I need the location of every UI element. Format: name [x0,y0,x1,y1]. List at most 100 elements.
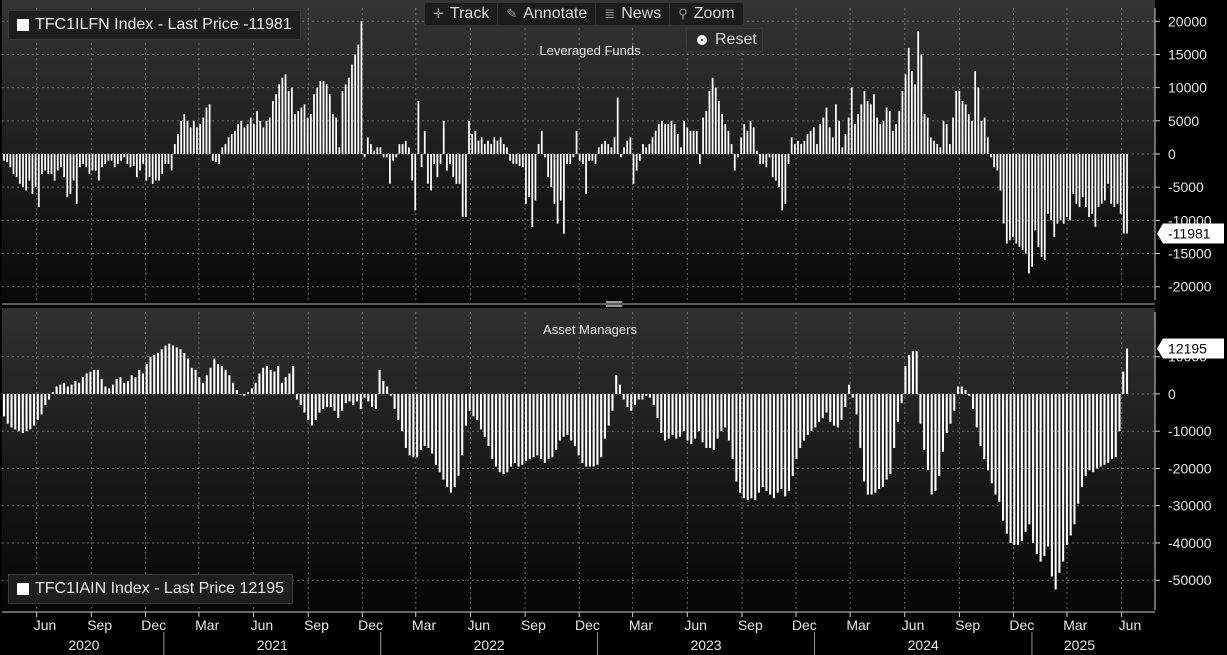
lev-bar [683,120,685,154]
am-bar [389,393,392,396]
lev-bar [237,124,239,154]
reset-button[interactable]: Reset [686,28,763,52]
am-bar [1002,393,1005,521]
am-bar [314,393,317,421]
chart-canvas: Leveraged Funds Asset Managers 20000 1500… [2,0,1224,655]
bottom-legend[interactable]: TFC1IAIN Index - Last Price 12195 [8,574,293,604]
lev-bar [417,100,420,154]
lev-bar [389,154,391,184]
x-month-label: Sep [738,617,763,633]
lev-bar [294,114,296,154]
am-bar [337,393,340,419]
am-bar [908,354,911,394]
lev-bar [1062,154,1065,224]
am-bar [164,345,167,394]
lev-bar [94,154,97,171]
am-bar [919,393,922,424]
lev-bar [575,130,578,154]
am-bar [93,369,96,394]
lev-y-tick-label: -5000 [1168,179,1204,195]
lev-bar [341,90,344,154]
x-year-label: 2025 [1064,637,1095,653]
lev-bar [765,154,768,168]
lev-bar [79,154,81,168]
am-bar [727,393,730,441]
am-bar [1125,348,1129,394]
am-bar [119,377,122,394]
track-button[interactable]: ✛ Track [425,3,499,25]
lev-bar [790,137,793,154]
lev-bar [863,90,866,154]
lev-bar [528,154,530,198]
am-bar [412,393,415,458]
am-bar [543,393,546,463]
lev-bar [942,120,945,154]
am-bar [1069,393,1072,536]
lev-bar [936,144,939,154]
lev-bar [816,144,818,154]
lev-bar [142,154,145,164]
x-year-label: 2021 [257,637,288,653]
am-bar [356,393,359,402]
lev-bar [930,137,932,154]
am-bar [59,384,62,394]
lev-bar [819,124,822,154]
lev-bar [199,124,201,154]
lev-bar [9,154,12,168]
lev-bar [344,84,347,154]
am-bar [588,393,591,467]
annotate-button[interactable]: ✎ Annotate [498,3,597,25]
am-bar [6,393,9,424]
am-last-value-tag: 12195 [1157,338,1224,359]
am-bar [1024,393,1027,532]
zoom-button[interactable]: ⚲ Zoom [670,3,742,25]
am-bar [983,393,986,460]
am-bar [1077,393,1080,504]
lev-bar [385,154,388,158]
lev-bar [540,130,543,154]
am-bar [675,393,678,439]
lev-bar [828,127,831,154]
top-legend[interactable]: TFC1ILFN Index - Last Price -11981 [8,10,301,40]
news-label: News [621,5,662,22]
lev-bar [218,154,220,164]
lev-bar [882,120,885,154]
x-month-label: Dec [358,617,383,633]
news-button[interactable]: ≣ News [596,3,671,25]
am-bar [494,393,498,467]
lev-bar [436,154,439,178]
lev-bar [208,104,211,154]
lev-bar [986,137,989,154]
lev-bar [272,100,274,154]
am-bar [235,390,238,394]
lev-bar [483,144,486,154]
lev-bar [793,144,796,154]
lev-bar [392,154,394,161]
lev-bar [154,154,157,181]
lev-bar [253,124,255,154]
lev-bar [275,94,277,154]
am-bar [585,393,588,467]
reset-label: Reset [715,31,757,48]
lev-bar [464,154,467,218]
am-bar [1028,393,1031,525]
am-bar [633,393,637,406]
am-bar [750,393,753,499]
lev-bar [306,117,309,154]
lev-bar [1091,154,1094,214]
am-last-value-text: 12195 [1168,341,1207,357]
am-bar [536,393,539,456]
am-bar [754,393,757,501]
am-bar [149,356,152,394]
lev-bar [502,144,505,154]
lev-bar [1094,154,1097,227]
lev-bar [980,120,983,154]
lev-bar [993,154,996,168]
lev-bar [291,87,293,154]
lev-bar [553,154,556,204]
am-bar [100,379,103,394]
lev-bar [145,154,148,181]
lev-bar [952,117,954,154]
lev-bar [1075,154,1078,204]
am-bar [446,393,449,488]
